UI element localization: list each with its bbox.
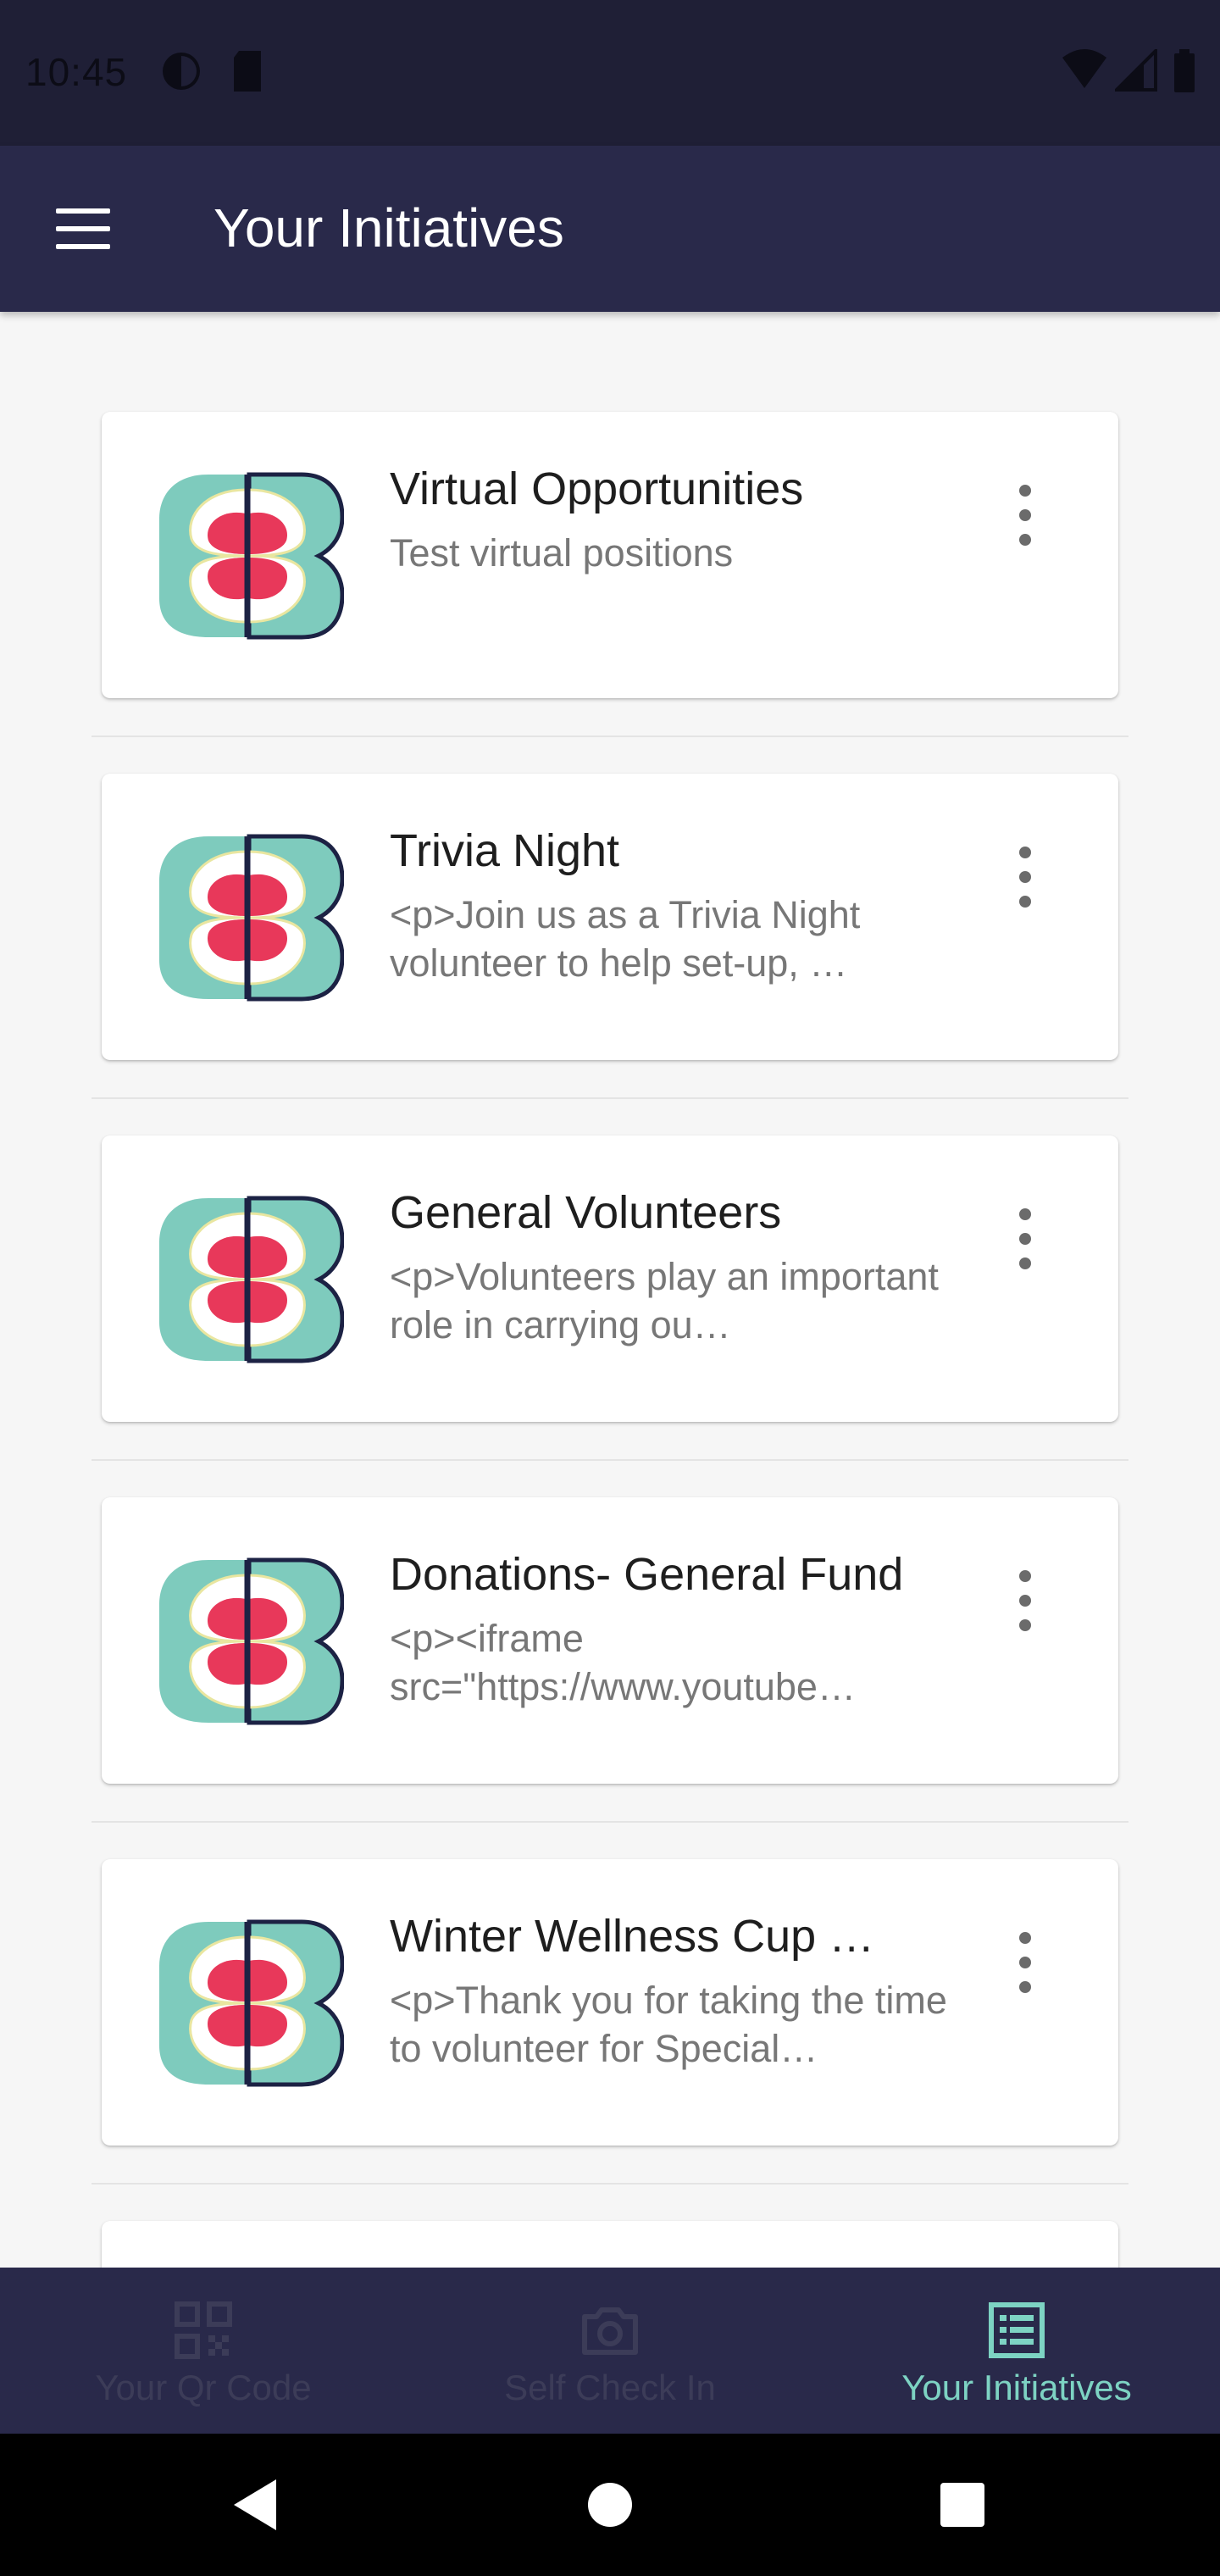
more-options-icon[interactable] bbox=[1000, 481, 1051, 549]
organization-logo bbox=[159, 472, 344, 640]
back-icon[interactable] bbox=[229, 2476, 283, 2534]
initiative-description: <p>Thank you for taking the time to volu… bbox=[390, 1979, 947, 2070]
initiatives-list[interactable]: Virtual Opportunities Test virtual posit… bbox=[0, 312, 1220, 2268]
system-navigation-bar bbox=[0, 2434, 1220, 2576]
list-item[interactable]: Trivia Night <p>Join us as a Trivia Nigh… bbox=[0, 672, 1220, 1099]
status-bar: 10:45 bbox=[0, 0, 1220, 146]
initiative-title: Winter Wellness Cup … bbox=[390, 1911, 875, 1962]
nav-label: Self Check In bbox=[504, 2368, 716, 2407]
sd-card-icon bbox=[234, 51, 261, 92]
initiative-card[interactable]: Winter Wellness Cup … <p>Thank you for t… bbox=[102, 1859, 1118, 2146]
page-title: Your Initiatives bbox=[214, 197, 564, 258]
initiative-card[interactable] bbox=[102, 2221, 1118, 2268]
initiative-card[interactable]: Trivia Night <p>Join us as a Trivia Nigh… bbox=[102, 774, 1118, 1060]
initiative-description: <p>Join us as a Trivia Night volunteer t… bbox=[390, 893, 861, 985]
nav-item-self-check-in[interactable]: Self Check In bbox=[407, 2268, 813, 2434]
bottom-navigation: Your Qr Code Self Check In Your Initiati… bbox=[0, 2268, 1220, 2434]
initiative-card[interactable]: Virtual Opportunities Test virtual posit… bbox=[102, 412, 1118, 698]
nav-item-qr-code[interactable]: Your Qr Code bbox=[0, 2268, 407, 2434]
wifi-icon bbox=[1062, 49, 1106, 88]
battery-icon bbox=[1174, 49, 1195, 92]
nav-item-your-initiatives[interactable]: Your Initiatives bbox=[813, 2268, 1220, 2434]
initiative-card[interactable]: General Volunteers <p>Volunteers play an… bbox=[102, 1135, 1118, 1422]
initiative-card[interactable]: Donations- General Fund <p><iframe src="… bbox=[102, 1497, 1118, 1784]
menu-icon[interactable] bbox=[49, 202, 117, 256]
more-options-icon[interactable] bbox=[1000, 1929, 1051, 1996]
initiative-description: Test virtual positions bbox=[390, 531, 734, 575]
status-time: 10:45 bbox=[25, 50, 128, 94]
list-item[interactable]: Winter Wellness Cup … <p>Thank you for t… bbox=[0, 1757, 1220, 2185]
initiative-title: Trivia Night bbox=[390, 825, 620, 876]
list-item[interactable]: Virtual Opportunities Test virtual posit… bbox=[0, 312, 1220, 737]
organization-logo bbox=[159, 1557, 344, 1725]
camera-icon bbox=[582, 2307, 638, 2355]
organization-logo bbox=[159, 834, 344, 1002]
more-options-icon[interactable] bbox=[1000, 1567, 1051, 1635]
recents-icon[interactable] bbox=[937, 2476, 988, 2534]
organization-logo bbox=[159, 1919, 344, 2087]
home-icon[interactable] bbox=[585, 2476, 635, 2534]
organization-logo bbox=[159, 1196, 344, 1363]
more-options-icon[interactable] bbox=[1000, 1205, 1051, 1273]
list-item[interactable] bbox=[0, 2119, 1220, 2268]
data-saver-icon bbox=[163, 53, 200, 90]
signal-icon bbox=[1115, 49, 1157, 92]
nav-label: Your Qr Code bbox=[95, 2368, 312, 2407]
initiative-title: Donations- General Fund bbox=[390, 1549, 904, 1600]
more-options-icon[interactable] bbox=[1000, 843, 1051, 911]
qr-code-icon bbox=[175, 2301, 232, 2359]
list-item[interactable]: Donations- General Fund <p><iframe src="… bbox=[0, 1396, 1220, 1823]
app-bar: Your Initiatives bbox=[0, 146, 1220, 312]
initiative-title: General Volunteers bbox=[390, 1187, 782, 1238]
nav-label: Your Initiatives bbox=[901, 2368, 1132, 2407]
list-item[interactable]: General Volunteers <p>Volunteers play an… bbox=[0, 1034, 1220, 1461]
initiative-title: Virtual Opportunities bbox=[390, 464, 804, 514]
initiative-description: <p><iframe src="https://www.youtube… bbox=[390, 1617, 856, 1708]
initiative-description: <p>Volunteers play an important role in … bbox=[390, 1255, 939, 1346]
list-icon bbox=[989, 2302, 1045, 2358]
